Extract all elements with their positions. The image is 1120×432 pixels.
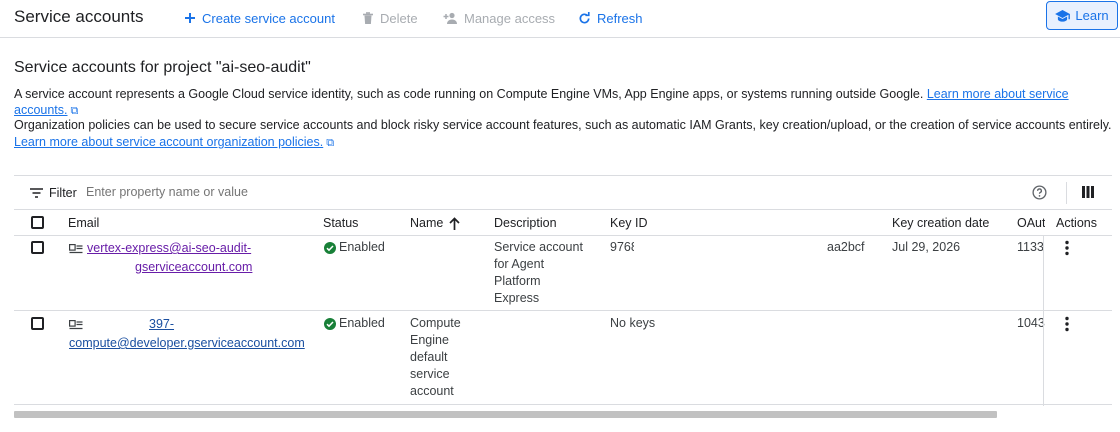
org-policy-link-part-a: Learn xyxy=(14,135,46,149)
name-line: account xyxy=(410,384,454,398)
sort-arrow-up-icon xyxy=(449,216,460,230)
column-header-oauth[interactable]: OAut xyxy=(1017,216,1045,230)
more-actions-icon[interactable] xyxy=(1060,240,1074,256)
email-cell: 397- compute@developer.gserviceaccount.c… xyxy=(69,315,314,353)
description-line: Service account xyxy=(494,240,583,254)
toolbar-divider xyxy=(1066,182,1067,204)
column-header-name[interactable]: Name xyxy=(410,216,460,230)
check-circle-icon xyxy=(324,241,336,254)
service-account-icon xyxy=(69,319,83,329)
key-id-prefix: 9768 xyxy=(610,240,634,254)
select-all-checkbox[interactable] xyxy=(31,216,44,229)
learn-label: Learn xyxy=(1075,8,1109,23)
oauth-client-id: 1133 xyxy=(1017,240,1044,254)
check-circle-icon xyxy=(324,317,336,330)
actions-column-divider xyxy=(1043,236,1044,406)
manage-access-button[interactable]: Manage access xyxy=(443,9,555,27)
name-cell: Compute Engine default service account xyxy=(410,315,461,400)
description-line: Platform xyxy=(494,274,541,288)
name-line: service xyxy=(410,367,450,381)
school-icon xyxy=(1055,9,1071,22)
org-policy-text: Organization policies can be used to sec… xyxy=(14,118,1112,132)
column-header-actions: Actions xyxy=(1056,216,1097,230)
oauth-client-id: 1043 xyxy=(1017,316,1045,330)
learn-button[interactable]: Learn xyxy=(1046,1,1118,30)
column-header-email[interactable]: Email xyxy=(68,216,99,230)
name-line: Compute xyxy=(410,316,461,330)
create-service-account-button[interactable]: Create service account xyxy=(184,9,335,27)
table-header: Email Status Name Description Key ID Key… xyxy=(14,210,1112,236)
column-header-status[interactable]: Status xyxy=(323,216,358,230)
service-account-email-link[interactable]: vertex-express@ai-seo-audit- xyxy=(87,239,251,258)
status-cell: Enabled xyxy=(324,239,385,256)
filter-button[interactable]: Filter xyxy=(30,186,77,200)
row-checkbox[interactable] xyxy=(31,317,44,330)
section-title: Service accounts for project "ai-seo-aud… xyxy=(14,59,311,76)
table-row: 397- compute@developer.gserviceaccount.c… xyxy=(14,311,1112,405)
name-line: Engine xyxy=(410,333,449,347)
service-account-email-link[interactable]: 397- xyxy=(149,315,174,334)
org-policy-paragraph: Organization policies can be used to sec… xyxy=(14,117,1114,152)
intro-paragraph-text: A service account represents a Google Cl… xyxy=(14,87,924,101)
manage-access-label: Manage access xyxy=(464,10,556,26)
status-text: Enabled xyxy=(339,316,385,330)
person-add-icon xyxy=(443,12,457,24)
org-policy-link-part-b: more about service account organization … xyxy=(49,135,324,149)
service-account-email-link-cont[interactable]: gserviceaccount.com xyxy=(135,260,252,274)
intro-paragraph: A service account represents a Google Cl… xyxy=(14,86,1114,119)
status-cell: Enabled xyxy=(324,315,385,332)
column-header-description[interactable]: Description xyxy=(494,216,557,230)
refresh-icon xyxy=(579,11,590,23)
service-account-icon xyxy=(69,243,83,253)
row-checkbox[interactable] xyxy=(31,241,44,254)
delete-label: Delete xyxy=(380,10,418,26)
key-creation-date: Jul 29, 2026 xyxy=(892,240,961,254)
filter-list-icon xyxy=(30,188,43,198)
more-actions-icon[interactable] xyxy=(1060,316,1074,332)
filter-label: Filter xyxy=(49,186,77,200)
table-row: vertex-express@ai-seo-audit- gserviceacc… xyxy=(14,236,1112,311)
learn-more-org-policies-link[interactable]: Learn more about service account organiz… xyxy=(14,135,334,149)
key-id-suffix: aa2bcf xyxy=(827,240,865,254)
email-cell: vertex-express@ai-seo-audit- gserviceacc… xyxy=(69,239,309,277)
create-service-account-label: Create service account xyxy=(202,10,335,26)
filter-bar: Filter xyxy=(14,175,1112,210)
filter-input[interactable] xyxy=(86,185,486,199)
description-cell: Service account for Agent Platform Expre… xyxy=(494,239,583,307)
column-header-name-label: Name xyxy=(410,216,444,230)
name-line: default xyxy=(410,350,448,364)
refresh-button[interactable]: Refresh xyxy=(578,9,643,27)
column-header-key-creation-date[interactable]: Key creation date xyxy=(892,216,989,230)
column-header-key-id[interactable]: Key ID xyxy=(610,216,648,230)
plus-icon xyxy=(185,13,195,23)
status-text: Enabled xyxy=(339,240,385,254)
page-title: Service accounts xyxy=(14,7,144,26)
key-id-cell: No keys xyxy=(610,316,656,330)
service-account-email-link-cont[interactable]: compute@developer.gserviceaccount.com xyxy=(69,336,305,350)
horizontal-scrollbar[interactable] xyxy=(14,411,997,418)
toolbar: Service accounts Create service account … xyxy=(0,0,1120,38)
help-icon[interactable] xyxy=(1032,185,1047,200)
column-display-icon[interactable] xyxy=(1082,186,1094,198)
delete-button[interactable]: Delete xyxy=(362,9,418,27)
description-line: Express xyxy=(494,291,540,305)
description-line: for Agent xyxy=(494,257,545,271)
refresh-label: Refresh xyxy=(597,10,643,26)
trash-icon xyxy=(363,11,373,24)
open-in-new-icon: ⧉ xyxy=(326,137,335,149)
